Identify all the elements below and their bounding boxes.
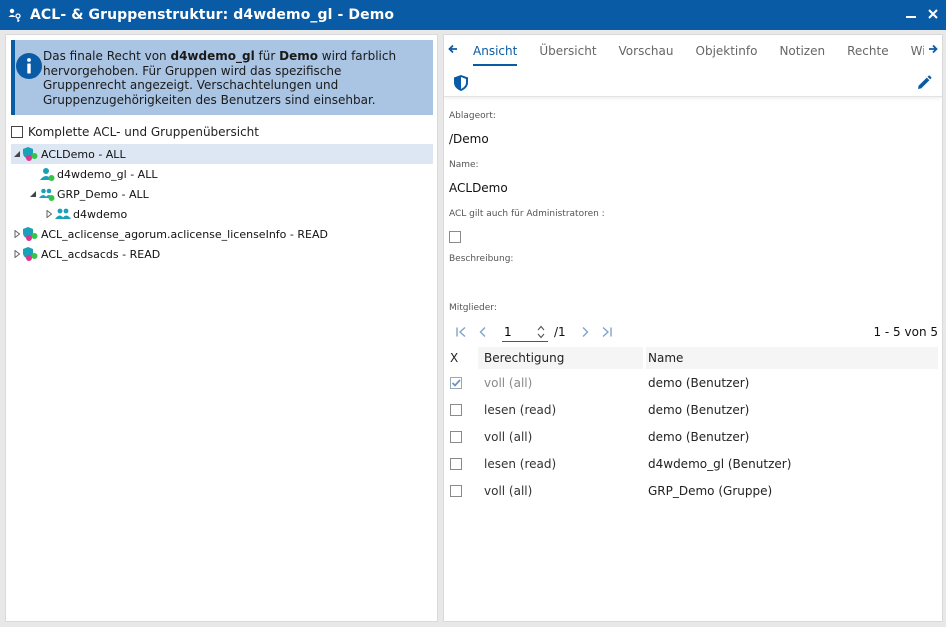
members-label: Mitglieder:	[449, 303, 497, 313]
acl-icon	[23, 246, 39, 262]
table-row[interactable]: voll (all) demo (Benutzer)	[448, 423, 938, 450]
tree-node-label: ACLDemo - ALL	[41, 147, 126, 161]
user-icon	[39, 166, 55, 182]
tree-node-acl-aclicense[interactable]: ACL_aclicense_agorum.aclicense_licenseIn…	[11, 224, 433, 244]
expanded-arrow-icon[interactable]	[27, 188, 39, 200]
tab-uebersicht[interactable]: Übersicht	[528, 35, 607, 71]
collapsed-arrow-icon[interactable]	[11, 228, 23, 240]
acl-tree-panel: Das finale Recht von d4wdemo_gl für Demo…	[5, 34, 438, 622]
window-title: ACL- & Gruppenstruktur: d4wdemo_gl - Dem…	[30, 7, 395, 23]
row-name: GRP_Demo (Gruppe)	[648, 483, 773, 498]
info-user: d4wdemo_gl	[170, 49, 255, 63]
row-permission: voll (all)	[484, 483, 533, 498]
name-label: Name:	[449, 160, 479, 170]
edit-pencil-icon[interactable]	[916, 75, 932, 91]
row-permission: voll (all)	[484, 375, 533, 390]
collapsed-arrow-icon[interactable]	[11, 248, 23, 260]
acl-icon	[23, 226, 39, 242]
members-pager: /1 1 - 5 von 5	[450, 321, 938, 343]
first-page-icon[interactable]	[450, 322, 472, 342]
tree-node-d4wdemo-gl[interactable]: d4wdemo_gl - ALL	[11, 164, 433, 184]
row-name: demo (Benutzer)	[648, 375, 750, 390]
tree-node-label: d4wdemo	[73, 207, 128, 221]
page-total: /1	[554, 325, 566, 339]
tree-node-grp-demo[interactable]: GRP_Demo - ALL	[11, 184, 433, 204]
acl-icon	[23, 146, 39, 162]
tree-node-label: d4wdemo_gl - ALL	[57, 167, 158, 181]
shield-icon[interactable]	[453, 74, 471, 92]
acl-tree: ACLDemo - ALL d4wdemo_gl - ALL GRP_Demo …	[11, 144, 433, 264]
tree-node-label: GRP_Demo - ALL	[57, 187, 149, 201]
column-header-name[interactable]: Name	[646, 347, 938, 369]
acl-structure-icon	[7, 7, 23, 23]
row-checkbox[interactable]	[450, 403, 462, 416]
row-permission: lesen (read)	[484, 456, 557, 471]
row-checkbox[interactable]	[450, 457, 462, 470]
spinner-arrows-icon[interactable]	[536, 324, 546, 340]
table-row[interactable]: lesen (read) demo (Benutzer)	[448, 396, 938, 423]
tree-node-acl-acdsacds[interactable]: ACL_acdsacds - READ	[11, 244, 433, 264]
row-name: d4wdemo_gl (Benutzer)	[648, 456, 792, 471]
column-header-permission[interactable]: Berechtigung	[478, 347, 643, 369]
close-icon[interactable]	[926, 7, 940, 21]
record-count: 1 - 5 von 5	[873, 325, 938, 339]
last-page-icon[interactable]	[596, 322, 618, 342]
minimize-icon[interactable]	[904, 7, 918, 21]
tab-wiedervorlage[interactable]: Wiede	[900, 35, 924, 71]
tab-ansicht[interactable]: Ansicht	[462, 35, 528, 71]
tabs-scroll-left-icon[interactable]	[444, 37, 462, 61]
row-name: demo (Benutzer)	[648, 429, 750, 444]
row-checkbox[interactable]	[450, 376, 462, 389]
description-label: Beschreibung:	[449, 254, 514, 264]
tree-node-label: ACL_aclicense_agorum.aclicense_licenseIn…	[41, 227, 328, 241]
next-page-icon[interactable]	[574, 322, 596, 342]
tree-node-acldemo[interactable]: ACLDemo - ALL	[11, 144, 433, 164]
window-titlebar: ACL- & Gruppenstruktur: d4wdemo_gl - Dem…	[0, 0, 946, 30]
tab-bar: Ansicht Übersicht Vorschau Objektinfo No…	[444, 35, 942, 71]
row-checkbox[interactable]	[450, 484, 462, 497]
overview-checkbox[interactable]	[11, 126, 23, 138]
row-name: demo (Benutzer)	[648, 402, 750, 417]
tab-notizen[interactable]: Notizen	[768, 35, 836, 71]
tabs-scroll-right-icon[interactable]	[924, 37, 942, 61]
table-row[interactable]: lesen (read) d4wdemo_gl (Benutzer)	[448, 450, 938, 477]
name-value: ACLDemo	[449, 181, 508, 195]
row-checkbox[interactable]	[450, 430, 462, 443]
table-row[interactable]: voll (all) demo (Benutzer)	[448, 369, 938, 396]
grid-header: X Berechtigung Name	[448, 347, 938, 369]
admin-label: ACL gilt auch für Administratoren :	[449, 209, 605, 219]
tree-node-d4wdemo[interactable]: d4wdemo	[11, 204, 433, 224]
members-grid: X Berechtigung Name voll (all) demo (Ben…	[448, 347, 938, 504]
detail-toolbar	[444, 71, 942, 97]
info-box: Das finale Recht von d4wdemo_gl für Demo…	[11, 40, 433, 115]
location-value: /Demo	[449, 132, 489, 146]
tab-rechte[interactable]: Rechte	[836, 35, 899, 71]
admin-checkbox[interactable]	[449, 231, 461, 243]
tab-objektinfo[interactable]: Objektinfo	[685, 35, 769, 71]
info-icon	[16, 53, 42, 79]
tree-node-label: ACL_acdsacds - READ	[41, 247, 161, 261]
overview-label: Komplette ACL- und Gruppenübersicht	[28, 125, 259, 139]
expanded-arrow-icon[interactable]	[11, 148, 23, 160]
collapsed-arrow-icon[interactable]	[43, 208, 55, 220]
detail-panel: Ansicht Übersicht Vorschau Objektinfo No…	[443, 34, 943, 622]
location-label: Ablageort:	[449, 111, 496, 121]
prev-page-icon[interactable]	[472, 322, 494, 342]
group-icon	[39, 186, 55, 202]
group-icon	[55, 206, 71, 222]
overview-toggle[interactable]: Komplette ACL- und Gruppenübersicht	[11, 125, 259, 139]
column-header-x[interactable]: X	[448, 351, 478, 365]
row-permission: voll (all)	[484, 429, 533, 444]
table-row[interactable]: voll (all) GRP_Demo (Gruppe)	[448, 477, 938, 504]
info-object: Demo	[279, 49, 318, 63]
checkmark-icon	[451, 378, 461, 387]
row-permission: lesen (read)	[484, 402, 557, 417]
page-spinner[interactable]	[536, 322, 546, 342]
info-text: Das finale Recht von d4wdemo_gl für Demo…	[43, 49, 397, 107]
tab-vorschau[interactable]: Vorschau	[608, 35, 685, 71]
